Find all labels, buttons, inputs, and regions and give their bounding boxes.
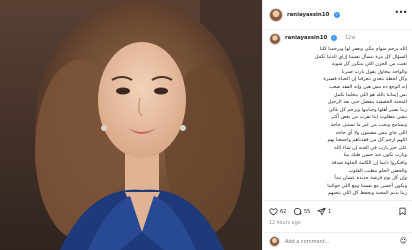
verified-badge-icon: ✓ [334,11,340,18]
caption-line: إنه الوجع ده مش هين وإنه الفقد صعب [329,83,407,90]
emoji-icon[interactable]: ☺ [400,237,407,245]
caption-line: الله يرحم سهام مكي ويغفر لها ويرحمنا كلن… [319,46,407,52]
caption-username[interactable]: raniayassin10 [285,35,327,41]
caption-line: والحضن الحلو بيطيب القلوب [348,167,407,174]
share-count: 1 [328,208,332,215]
caption-avatar[interactable] [269,33,281,45]
comments-count: 55 [304,208,311,215]
post-caption: الله يرحم سهام مكي ويغفر لها ويرحمنا كلن… [271,46,407,200]
caption-line: نيفين مطلوب إننا نقرب من بعض أكتر [331,114,407,121]
post-side-panel: raniayassin10 ✓ ••• raniayassin10 ✓ 12w … [262,0,412,250]
instagram-post-view: raniayassin10 ✓ ••• raniayassin10 ✓ 12w … [0,0,412,250]
more-options-icon[interactable]: ••• [394,8,407,17]
comment-icon [293,208,302,216]
comment-button[interactable]: 55 [293,207,310,216]
share-button[interactable]: 1 [317,207,331,216]
comment-input[interactable] [285,236,395,248]
caption-line: السؤال كل مرة بنسأل نفسنا إزاي الدنيا تك… [314,53,407,60]
caption-line: وافتكروا دايما إن الكلمة الحلوة صدقة [331,159,407,166]
save-button[interactable] [398,207,407,216]
post-header: raniayassin10 ✓ ••• [263,0,412,30]
header-username[interactable]: raniayassin10 [287,12,329,18]
post-actions-bar: 62 55 1 [263,200,412,220]
add-comment-bar: ☺ [263,232,412,250]
caption-time-ago: 12w [345,35,356,41]
like-button[interactable]: 62 [269,207,286,216]
verified-badge-icon: ✓ [331,35,337,41]
post-photo[interactable] [0,0,262,250]
post-timestamp: 12 hours ago [269,221,301,226]
caption-line: على خير يارب في الجنة إن شاء الله [334,144,407,151]
caption-line: اللهم ارحم كل من فقدناهم واجمعنا بهم [327,137,407,144]
caption-line: وإن كل يوم فرصة جديدة عشان نبدأ [334,175,407,182]
caption-line: ونكون أحسن مع نفسنا ومع اللي حوالينا [327,182,407,189]
caption-line: والواحد بيحاول يقول يارب صبرنا [341,68,407,75]
caption-line: ونسامح ونحب من غير ما نستنى حاجة [330,121,407,128]
caption-author: raniayassin10 ✓ 12w [263,30,412,45]
caption-line: ويارب نكون عند حسن ظنك بينا [343,152,408,159]
caption-line: المحبة الحقيقية بتفضل حتى بعد الرحيل [327,99,407,106]
caption-line: اللي جاي مش مضمون ولا أي حاجة [335,129,407,136]
caption-line: وكل لحظة بتعدي بتعرفنا إن الحياة قصيرة [323,76,407,83]
avatar[interactable] [269,8,283,22]
share-icon [317,207,326,216]
heart-icon [269,208,278,216]
viewer-avatar [269,236,280,247]
likes-count: 62 [280,208,287,215]
caption-line: بس إيماننا بالله هو اللي بيخلينا نكمل [333,91,407,98]
bookmark-icon [399,207,406,216]
caption-line: ربنا يديم المحبة ويحفظ كل اللي بنحبهم [327,190,407,197]
caption-line: تعبت من الحزن اللي بيتكرر كل شوية [331,61,407,68]
portrait-image [0,0,262,250]
